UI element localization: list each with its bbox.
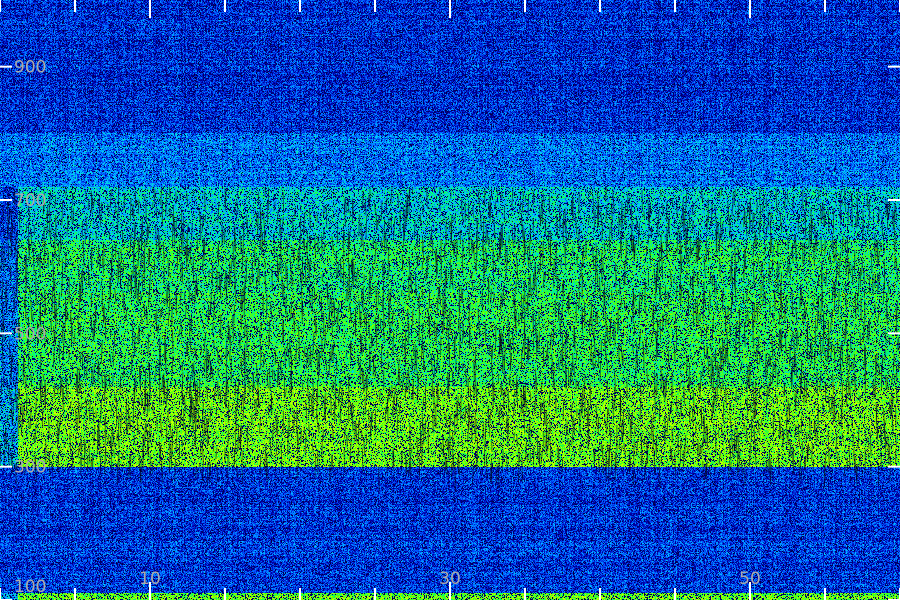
x-tick-label: 30 [439,569,461,589]
axes-overlay: 10 30 50 100 300 500 700 900 [0,0,900,600]
y-tick-label: 300 [14,458,46,478]
y-ticks-left [0,65,12,600]
y-tick-label: 900 [14,58,46,78]
y-tick-labels: 100 300 500 700 900 [14,58,46,597]
y-tick-label: 700 [14,191,46,211]
x-tick-label: 10 [139,569,161,589]
y-tick-label: 500 [14,324,46,344]
spectrogram-chart: 10 30 50 100 300 500 700 900 [0,0,900,600]
x-ticks-top [0,0,900,18]
x-tick-label: 50 [739,569,761,589]
x-tick-labels: 10 30 50 [139,569,761,589]
y-tick-label: 100 [14,577,46,597]
y-ticks-right [888,65,900,600]
